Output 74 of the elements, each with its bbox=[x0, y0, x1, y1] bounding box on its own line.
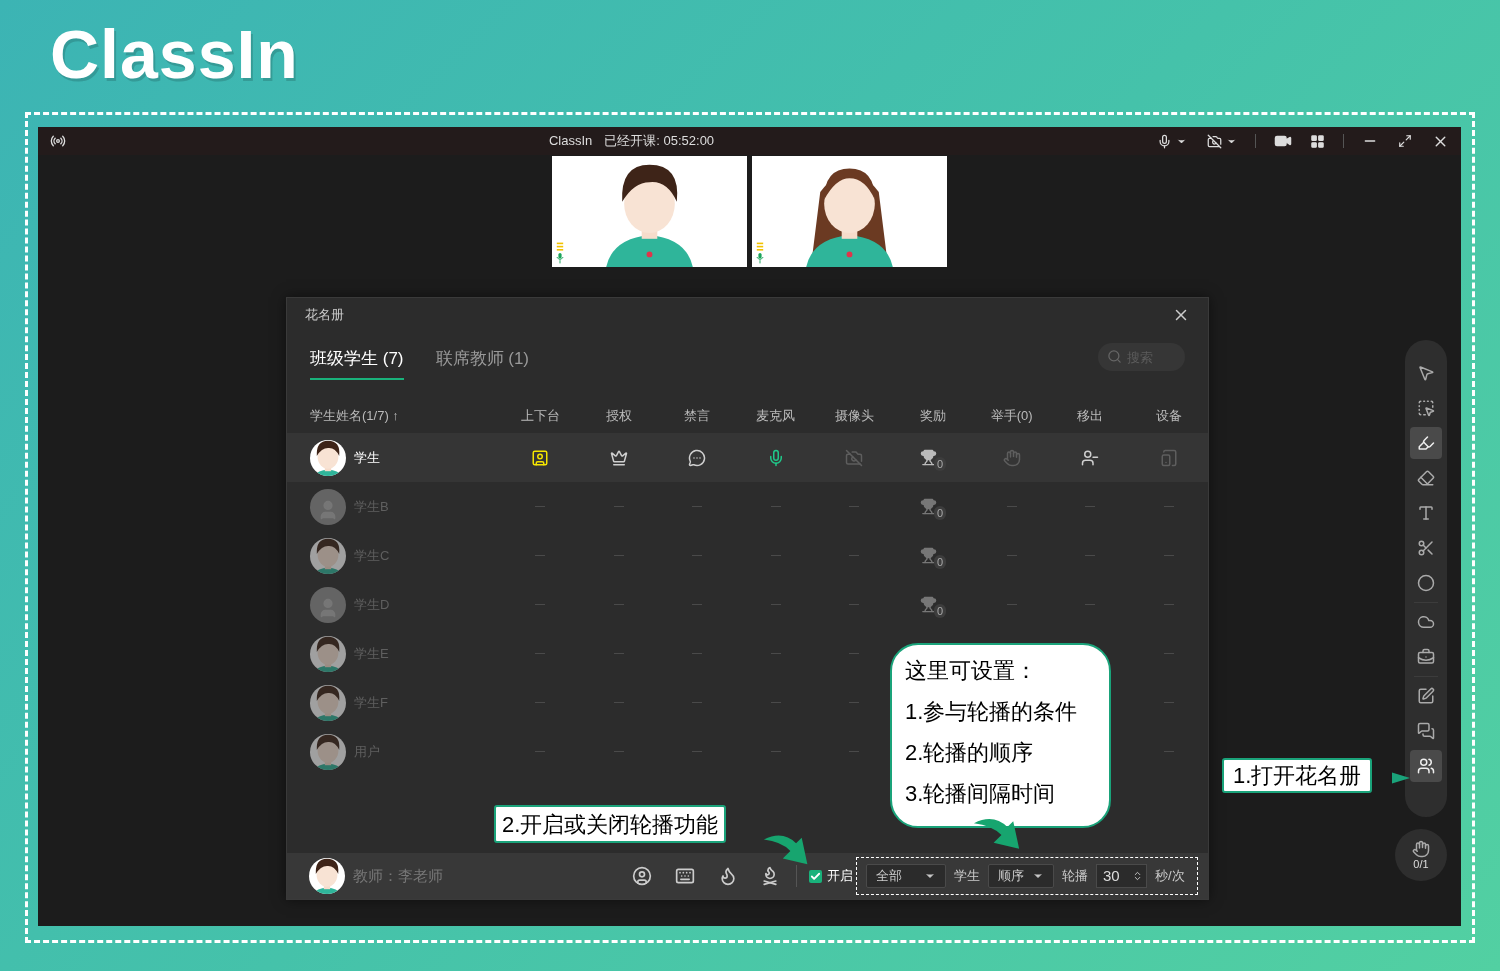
microphone-icon[interactable] bbox=[1157, 133, 1172, 149]
trophy-icon[interactable] bbox=[920, 498, 937, 515]
stage-icon[interactable] bbox=[531, 448, 550, 467]
mic-level-icon bbox=[756, 241, 764, 265]
callout-label: 2.开启或关闭轮播功能 bbox=[494, 805, 727, 843]
chat-bubble-icon[interactable] bbox=[688, 448, 707, 467]
restore-icon[interactable] bbox=[1398, 134, 1412, 148]
callout-text: 1.参与轮播的条件 bbox=[905, 698, 1079, 726]
column-header: 设备 bbox=[1154, 406, 1183, 425]
trophy-icon[interactable] bbox=[920, 449, 937, 466]
grid-icon[interactable] bbox=[1310, 133, 1325, 149]
column-header: 授权 bbox=[604, 406, 633, 425]
scope-select[interactable]: 全部 bbox=[866, 864, 946, 888]
column-header: 上下台 bbox=[519, 406, 561, 425]
reward-count: 0 bbox=[934, 555, 947, 569]
callout-label: 1.打开花名册 bbox=[1222, 758, 1373, 793]
default-avatar-icon bbox=[310, 586, 346, 623]
highlighter-icon bbox=[1417, 434, 1435, 452]
interval-field[interactable]: 30 bbox=[1096, 864, 1147, 888]
mic-level-icon bbox=[556, 241, 564, 265]
crown-icon[interactable] bbox=[609, 448, 628, 467]
reward-count: 0 bbox=[934, 506, 947, 520]
circle-icon bbox=[1417, 574, 1435, 592]
keyboard-icon[interactable] bbox=[674, 866, 696, 886]
users-tool[interactable] bbox=[1410, 750, 1442, 782]
highlighter-tool[interactable] bbox=[1410, 427, 1442, 459]
reward-count: 0 bbox=[934, 604, 947, 618]
tab[interactable]: 班级学生 (7) bbox=[310, 346, 404, 380]
callout-text: 2.轮播的顺序 bbox=[905, 739, 1035, 767]
checkbox-label: 开启 bbox=[827, 867, 853, 886]
eraser-icon bbox=[1417, 469, 1435, 487]
logo: ClassIn bbox=[50, 16, 299, 92]
student-name: 学生 bbox=[354, 448, 380, 467]
briefcase-icon bbox=[1417, 648, 1435, 666]
user-minus-icon[interactable] bbox=[1081, 448, 1100, 467]
callout-text: 这里可设置： bbox=[905, 657, 1038, 685]
reward-count: 0 bbox=[934, 457, 947, 471]
dialog-title: 花名册 bbox=[305, 306, 344, 325]
target-label: 学生 bbox=[954, 867, 980, 886]
chat-icon bbox=[1417, 722, 1435, 740]
scissors-icon bbox=[1417, 539, 1435, 557]
broadcast-icon[interactable] bbox=[50, 133, 66, 149]
text-icon bbox=[1417, 504, 1435, 522]
flame-icon[interactable] bbox=[718, 866, 738, 886]
selection-icon bbox=[1417, 399, 1435, 417]
user-circle-icon[interactable] bbox=[632, 866, 652, 886]
app-title: ClassIn bbox=[548, 132, 593, 151]
column-header: 麦克风 bbox=[755, 406, 797, 425]
default-avatar-icon bbox=[310, 488, 346, 525]
teacher-name: 教师：李老师 bbox=[353, 865, 443, 886]
class-timer: 已经开课: 05:52:00 bbox=[604, 132, 715, 151]
column-header: 摄像头 bbox=[834, 406, 875, 425]
raised-hand-icon bbox=[1412, 839, 1430, 858]
search-icon bbox=[1107, 349, 1122, 364]
callout-text: 3.轮播间隔时间 bbox=[905, 780, 1057, 808]
rotate-label: 轮播 bbox=[1062, 867, 1088, 886]
tab[interactable]: 联席教师 (1) bbox=[435, 346, 529, 380]
hand-raise-button[interactable]: 0/1 bbox=[1395, 829, 1447, 881]
trophy-icon[interactable] bbox=[920, 547, 937, 564]
column-header[interactable]: 学生姓名(1/7) ↑ bbox=[310, 405, 501, 426]
cloud-icon bbox=[1417, 613, 1435, 631]
pointer-icon bbox=[1417, 364, 1435, 382]
trophy-icon[interactable] bbox=[920, 596, 937, 613]
column-header: 禁言 bbox=[683, 406, 712, 425]
users-icon bbox=[1417, 757, 1435, 775]
flame-kindling-icon[interactable] bbox=[760, 866, 780, 886]
column-header: 举手(0) bbox=[989, 406, 1034, 425]
unit-label: 秒/次 bbox=[1155, 867, 1185, 886]
spinner-icon[interactable] bbox=[1132, 870, 1143, 882]
checkbox[interactable] bbox=[809, 869, 822, 883]
column-header: 奖励 bbox=[919, 406, 948, 425]
column-header: 移出 bbox=[1076, 406, 1105, 425]
order-select[interactable]: 顺序 bbox=[988, 864, 1054, 888]
edit-icon bbox=[1417, 687, 1435, 705]
